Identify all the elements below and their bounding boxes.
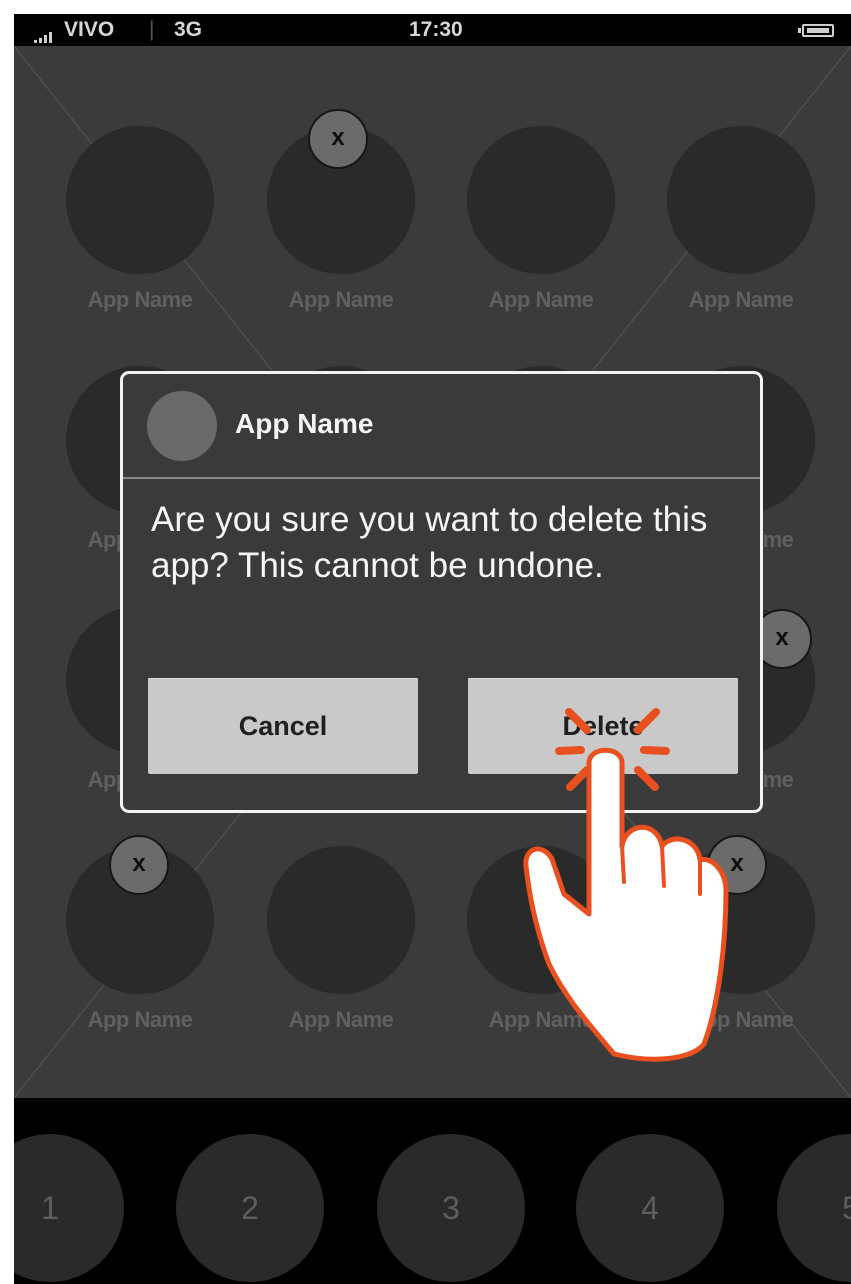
dock-item[interactable]: 5 [777,1134,851,1282]
dock-item[interactable]: 3 [377,1134,525,1282]
app-icon [147,391,217,461]
dock-item[interactable]: 1 [14,1134,124,1282]
delete-button[interactable]: Delete [468,678,738,774]
signal-bars-icon [34,32,52,43]
dock-item[interactable]: 2 [176,1134,324,1282]
dock-item[interactable]: 4 [576,1134,724,1282]
status-time: 17:30 [409,18,463,41]
network-type: 3G [174,18,203,41]
status-bar: VIVO | 3G 17:30 [14,14,851,46]
status-separator: | [149,18,155,41]
dialog-message: Are you sure you want to delete this app… [151,500,708,585]
dialog-header: App Name [123,374,760,479]
carrier-label: VIVO [64,18,115,41]
cancel-button[interactable]: Cancel [148,678,418,774]
phone-screen: VIVO | 3G 17:30 App Name App Name App Na… [14,14,851,1284]
dock: 1 2 3 4 5 [14,1098,851,1284]
dialog-title: App Name [235,408,374,439]
delete-confirm-dialog: App Name Are you sure you want to delete… [120,371,763,813]
battery-icon [798,24,834,37]
